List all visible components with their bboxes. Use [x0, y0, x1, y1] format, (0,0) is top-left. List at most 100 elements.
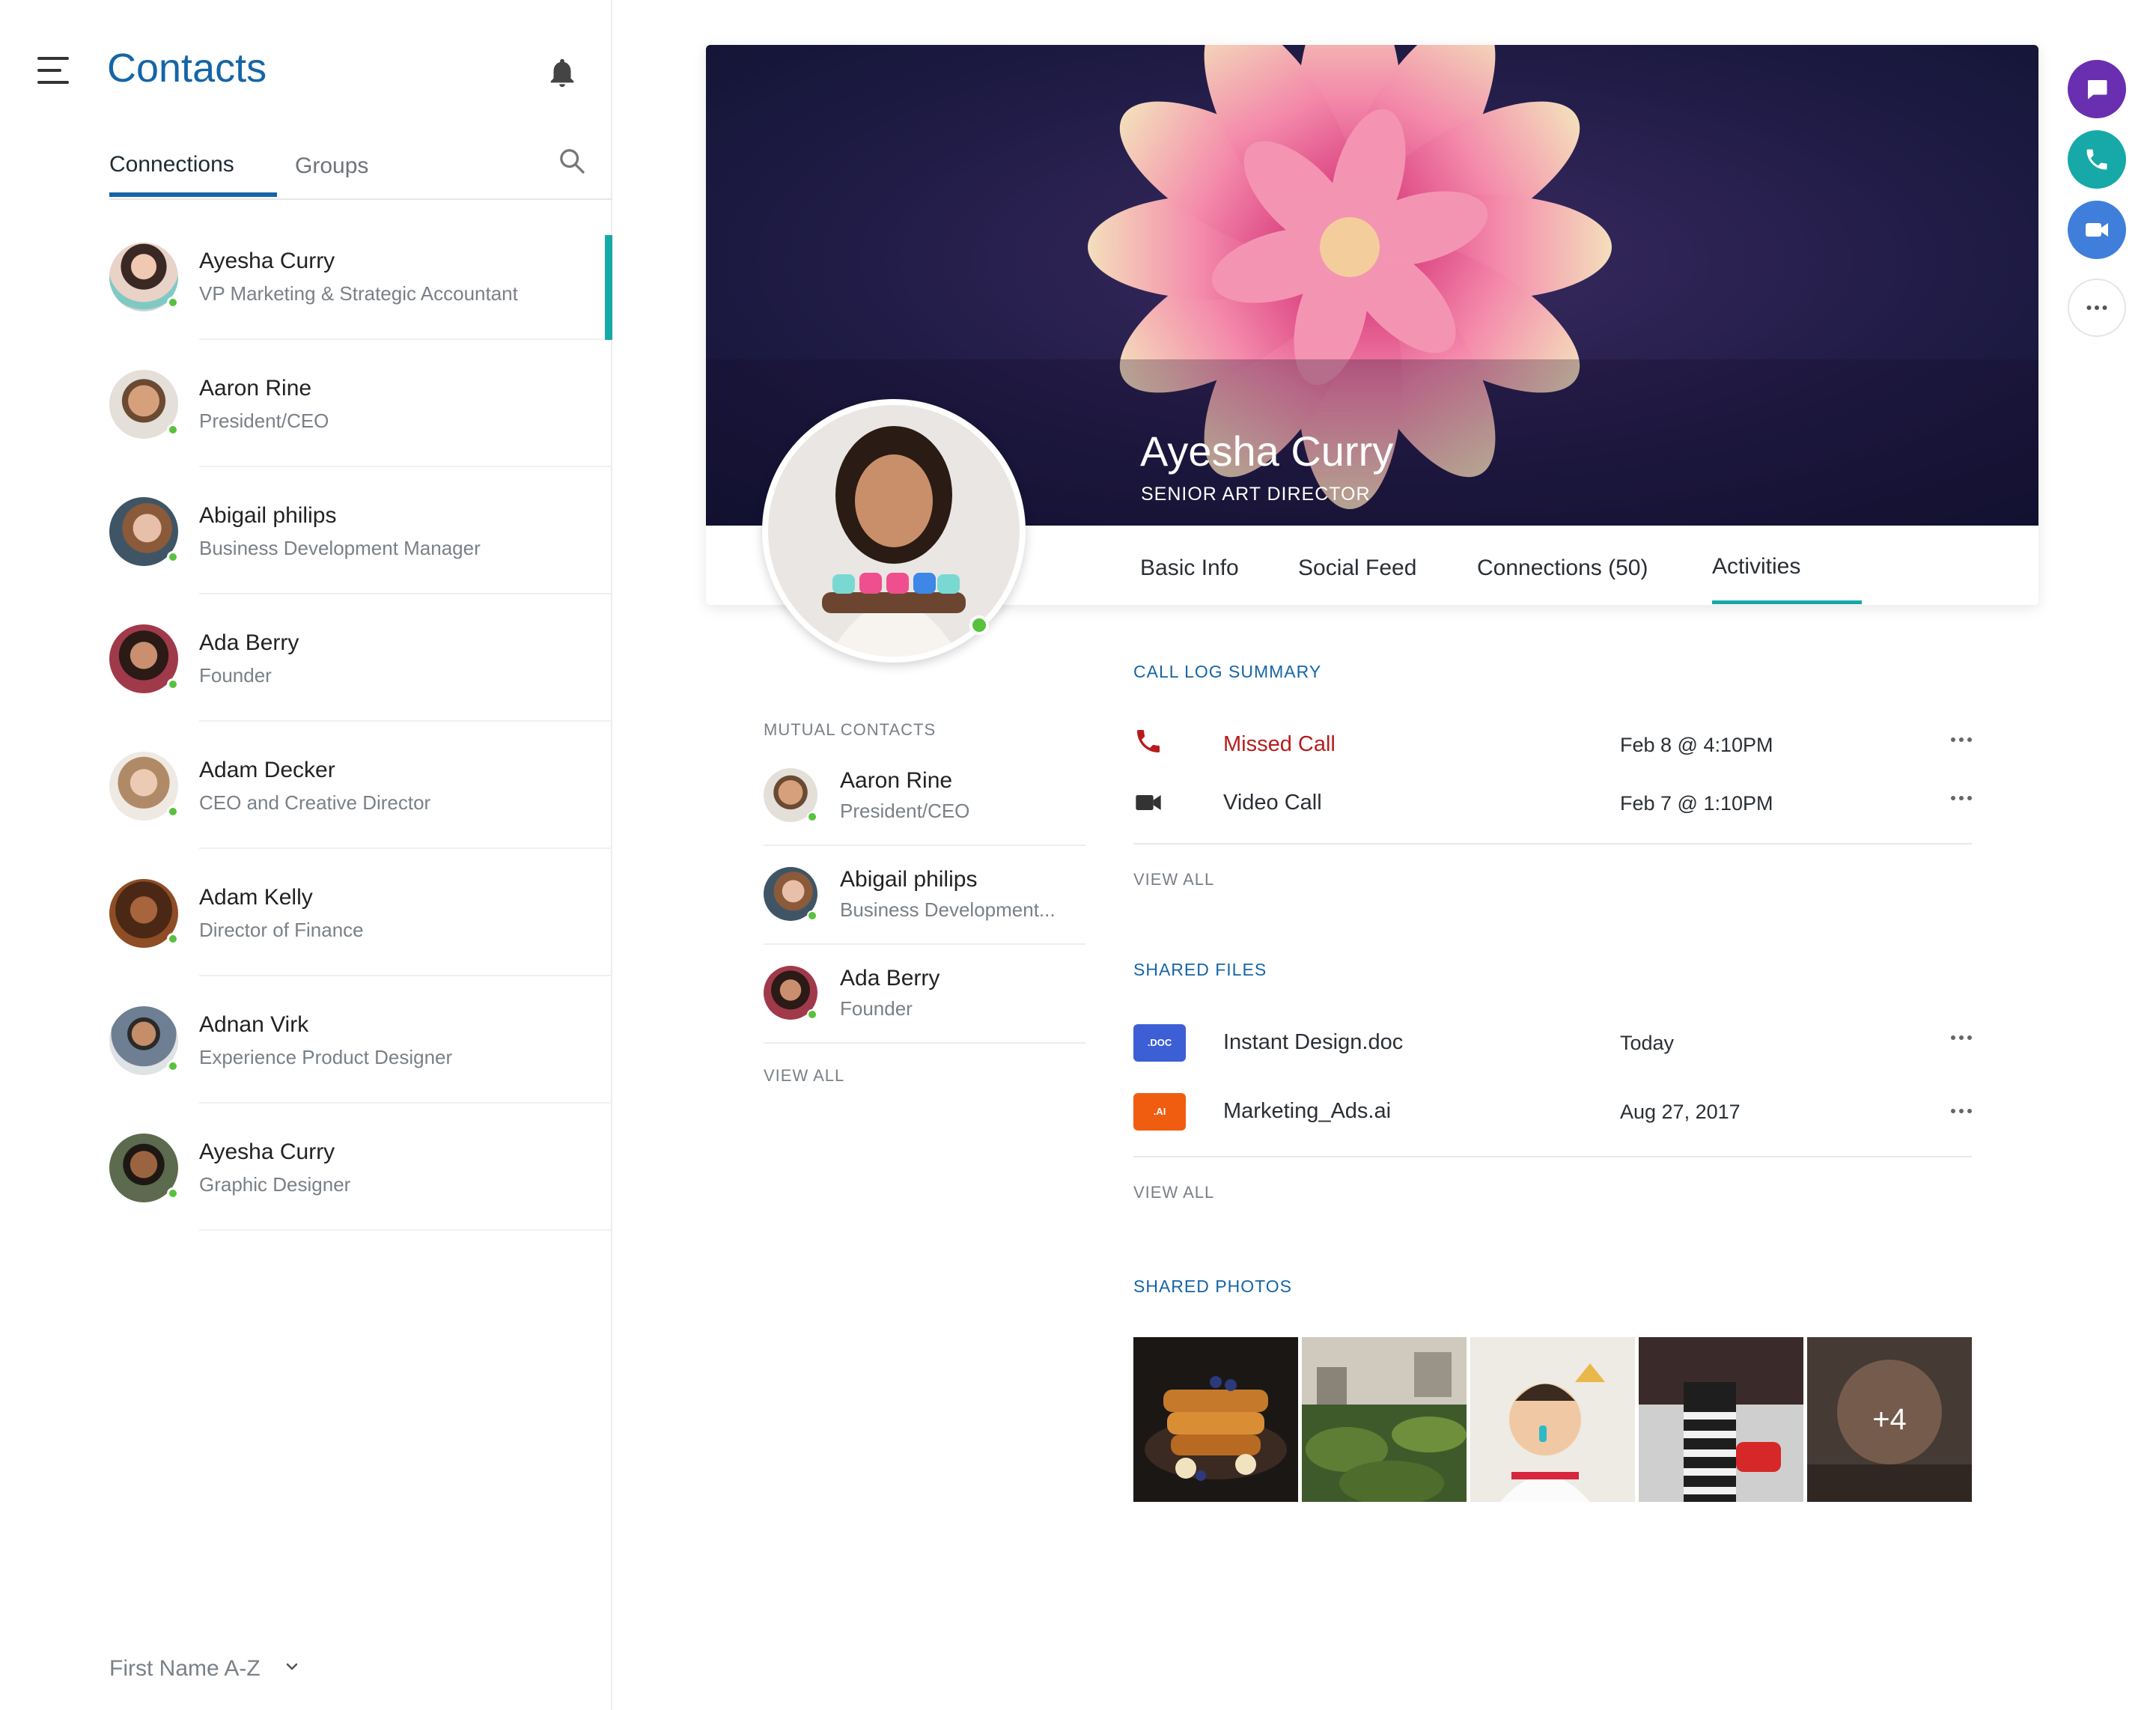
chevron-down-icon[interactable] [283, 1658, 301, 1676]
mutual-contact-item[interactable]: Ada Berry Founder [764, 966, 1085, 1063]
mutual-contact-item[interactable]: Abigail philips Business Development... [764, 867, 1085, 964]
contact-role: Founder [199, 664, 272, 687]
contact-name: Abigail philips [840, 867, 978, 892]
contact-name: Adnan Virk [199, 1012, 309, 1037]
contact-role: Experience Product Designer [199, 1046, 453, 1068]
doc-file-icon: .DOC [1133, 1024, 1186, 1062]
file-date: Aug 27, 2017 [1620, 1101, 1741, 1123]
tab-activities[interactable]: Activities [1712, 554, 1800, 579]
call-button[interactable] [2068, 130, 2126, 189]
search-icon[interactable] [557, 146, 587, 176]
call-date: Feb 8 @ 4:10PM [1620, 734, 1773, 756]
divider [199, 1102, 612, 1104]
online-status-dot [167, 806, 179, 818]
online-status-dot [167, 933, 179, 945]
contact-role: CEO and Creative Director [199, 791, 431, 814]
contact-role: Business Development... [840, 898, 1056, 921]
file-name: Instant Design.doc [1223, 1030, 1404, 1054]
contact-name: Ayesha Curry [199, 249, 335, 273]
contact-item[interactable]: Abigail philips Business Development Man… [0, 479, 612, 606]
shared-photo[interactable] [1302, 1337, 1467, 1502]
call-log-row[interactable]: Missed Call Feb 8 @ 4:10PM [1133, 726, 1972, 771]
divider [199, 338, 612, 340]
call-date: Feb 7 @ 1:10PM [1620, 792, 1773, 815]
mutual-contacts-label: MUTUAL CONTACTS [764, 720, 937, 739]
more-icon[interactable] [1949, 791, 1973, 806]
call-log-view-all-link[interactable]: VIEW ALL [1133, 870, 1214, 889]
more-icon[interactable] [1949, 732, 1973, 747]
tab-social-feed[interactable]: Social Feed [1298, 556, 1416, 581]
divider [199, 466, 612, 467]
more-icon[interactable] [1949, 1104, 1973, 1119]
sort-dropdown[interactable]: First Name A-Z [109, 1656, 261, 1682]
contact-item[interactable]: Adam Decker CEO and Creative Director [0, 734, 612, 861]
more-icon [2086, 305, 2107, 310]
online-status-dot [807, 1009, 817, 1020]
call-type: Missed Call [1223, 732, 1336, 756]
contact-role: VP Marketing & Strategic Accountant [199, 282, 518, 305]
shared-photos-grid: +4 [1133, 1337, 1972, 1502]
shared-photos-label: SHARED PHOTOS [1133, 1277, 1292, 1296]
online-status-dot [807, 812, 817, 822]
chat-button[interactable] [2068, 60, 2126, 118]
menu-icon[interactable] [37, 55, 70, 85]
shared-photo[interactable] [1133, 1337, 1298, 1502]
app-title: Contacts [107, 46, 267, 91]
online-status-dot [167, 551, 179, 563]
mutual-contact-item[interactable]: Aaron Rine President/CEO [764, 768, 1085, 865]
profile-title: SENIOR ART DIRECTOR [1141, 484, 1371, 505]
contact-name: Ada Berry [840, 966, 940, 991]
contact-item[interactable]: Ayesha Curry Graphic Designer [0, 1116, 612, 1243]
divider [764, 845, 1085, 846]
contact-item[interactable]: Adnan Virk Experience Product Designer [0, 988, 612, 1116]
online-status-dot [969, 615, 989, 635]
video-call-button[interactable] [2068, 201, 2126, 259]
active-tab-indicator [109, 192, 277, 197]
file-name: Marketing_Ads.ai [1223, 1099, 1392, 1123]
tab-connections[interactable]: Connections [109, 152, 234, 177]
file-date: Today [1620, 1032, 1675, 1054]
divider [764, 1042, 1085, 1044]
mutual-view-all-link[interactable]: VIEW ALL [764, 1066, 844, 1086]
contact-name: Adam Decker [199, 758, 335, 782]
online-status-dot [167, 1060, 179, 1072]
shared-photo-more[interactable]: +4 [1807, 1337, 1972, 1502]
selected-indicator [605, 235, 612, 340]
online-status-dot [807, 910, 817, 921]
shared-photo[interactable] [1470, 1337, 1635, 1502]
divider [1133, 1156, 1972, 1157]
divider [199, 848, 612, 849]
tab-connections[interactable]: Connections (50) [1477, 556, 1648, 581]
divider [199, 720, 612, 722]
divider [764, 943, 1085, 945]
more-actions-button[interactable] [2068, 279, 2126, 337]
profile-name: Ayesha Curry [1140, 428, 1394, 475]
contacts-sidebar: Contacts Connections Groups Ayesha Curry… [0, 0, 612, 1710]
contact-role: Director of Finance [199, 919, 364, 941]
shared-files-view-all-link[interactable]: VIEW ALL [1133, 1183, 1214, 1202]
phone-icon [1137, 730, 1160, 752]
call-type: Video Call [1223, 791, 1322, 815]
contact-role: Founder [840, 997, 913, 1020]
call-log-row[interactable]: Video Call Feb 7 @ 1:10PM [1133, 785, 1972, 830]
contact-item[interactable]: Aaron Rine President/CEO [0, 352, 612, 479]
contact-item[interactable]: Ayesha Curry VP Marketing & Strategic Ac… [0, 225, 612, 352]
ai-file-icon: .AI [1133, 1093, 1186, 1131]
contact-role: President/CEO [840, 800, 970, 822]
divider [1133, 843, 1972, 845]
notification-bell-icon[interactable] [545, 55, 579, 90]
contact-role: Graphic Designer [199, 1173, 351, 1196]
shared-file-row[interactable]: .DOC Instant Design.doc Today [1133, 1024, 1972, 1069]
tab-groups[interactable]: Groups [295, 153, 368, 179]
more-icon[interactable] [1949, 1030, 1973, 1045]
more-photos-count: +4 [1807, 1337, 1972, 1502]
shared-file-row[interactable]: .AI Marketing_Ads.ai Aug 27, 2017 [1133, 1093, 1972, 1138]
contact-role: Business Development Manager [199, 537, 481, 559]
contact-item[interactable]: Adam Kelly Director of Finance [0, 861, 612, 988]
chat-icon [2088, 80, 2107, 100]
tab-basic-info[interactable]: Basic Info [1140, 556, 1239, 581]
contact-item[interactable]: Ada Berry Founder [0, 606, 612, 734]
shared-photo[interactable] [1639, 1337, 1803, 1502]
contact-name: Abigail philips [199, 503, 337, 528]
divider [199, 1229, 612, 1231]
